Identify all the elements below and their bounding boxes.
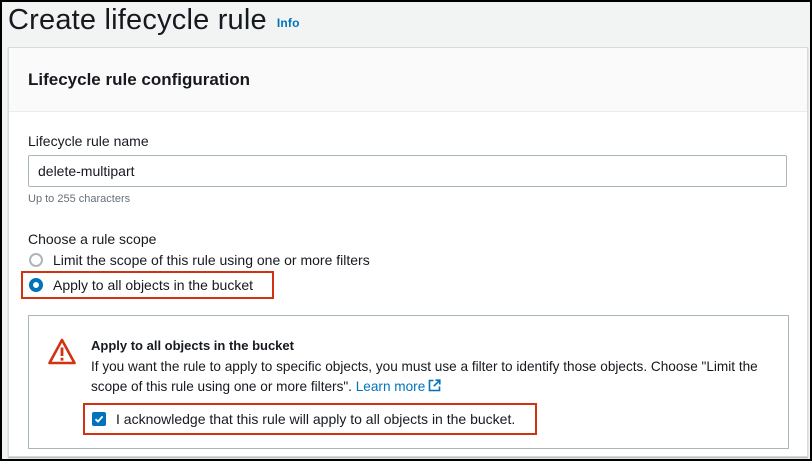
radio-apply-all-label: Apply to all objects in the bucket <box>53 277 254 293</box>
screenshot-frame: Create lifecycle rule Info Lifecycle rul… <box>0 0 812 461</box>
checkmark-icon <box>94 415 104 423</box>
external-link-icon <box>428 379 441 392</box>
rule-scope-label: Choose a rule scope <box>28 231 157 247</box>
learn-more-label: Learn more <box>355 379 426 394</box>
acknowledge-label: I acknowledge that this rule will apply … <box>116 411 516 427</box>
radio-apply-all[interactable]: Apply to all objects in the bucket <box>29 277 253 293</box>
panel-title: Lifecycle rule configuration <box>28 69 250 89</box>
page-title: Create lifecycle rule Info <box>8 4 300 37</box>
radio-limit-scope-label: Limit the scope of this rule using one o… <box>53 252 370 268</box>
learn-more-link[interactable]: Learn more <box>356 379 442 394</box>
page-title-text: Create lifecycle rule <box>8 4 267 36</box>
warning-icon <box>48 338 76 365</box>
rule-name-constraint: Up to 255 characters <box>28 193 131 205</box>
radio-button-unchecked[interactable] <box>29 253 43 267</box>
rule-name-label: Lifecycle rule name <box>28 133 149 149</box>
radio-limit-scope[interactable]: Limit the scope of this rule using one o… <box>29 252 370 268</box>
warning-alert: Apply to all objects in the bucket If yo… <box>28 315 789 449</box>
info-link[interactable]: Info <box>277 16 300 30</box>
alert-body: If you want the rule to apply to specifi… <box>91 357 771 397</box>
acknowledge-checkbox-row[interactable]: I acknowledge that this rule will apply … <box>92 411 515 427</box>
lifecycle-rule-configuration-panel: Lifecycle rule configuration Lifecycle r… <box>8 47 808 457</box>
radio-button-checked[interactable] <box>29 278 43 292</box>
panel-header: Lifecycle rule configuration <box>9 48 807 112</box>
rule-name-input[interactable] <box>28 155 787 187</box>
alert-title: Apply to all objects in the bucket <box>91 338 294 353</box>
acknowledge-checkbox[interactable] <box>92 412 106 426</box>
